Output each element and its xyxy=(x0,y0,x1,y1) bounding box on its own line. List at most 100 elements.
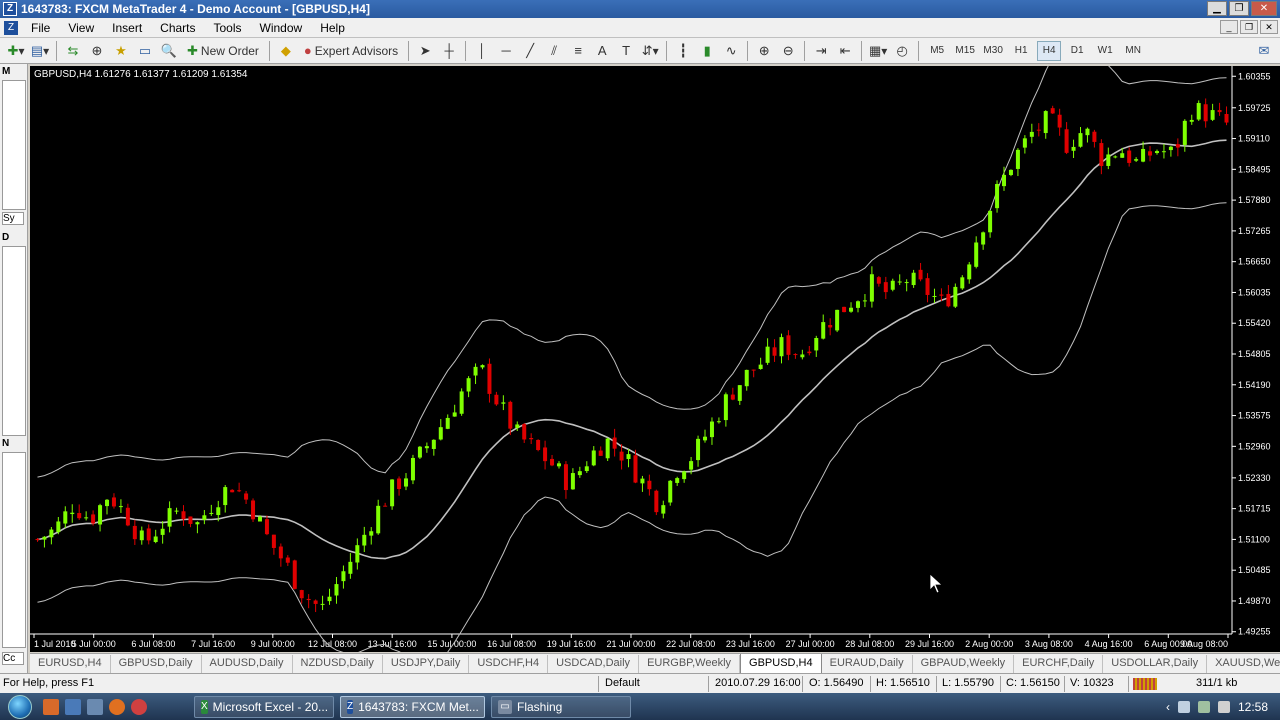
paint-icon[interactable] xyxy=(43,698,59,715)
x-tick-label: 16 Jul 08:00 xyxy=(487,639,536,649)
show-desktop-icon[interactable] xyxy=(65,698,81,715)
status-help: For Help, press F1 xyxy=(3,677,95,689)
menu-insert[interactable]: Insert xyxy=(103,21,151,35)
minimize-button[interactable]: ▁ xyxy=(1207,1,1227,16)
timeframe-m5[interactable]: M5 xyxy=(925,41,949,61)
data-window-panel[interactable] xyxy=(2,246,26,436)
data-window-icon[interactable]: ⊕ xyxy=(87,41,107,61)
candle-body xyxy=(445,417,450,429)
candle-body xyxy=(633,455,638,483)
chart-tab-7[interactable]: EURGBP,Weekly xyxy=(639,655,741,673)
indicators-icon[interactable]: ▦ ▾ xyxy=(868,41,888,61)
menu-view[interactable]: View xyxy=(59,21,103,35)
timeframe-mn[interactable]: MN xyxy=(1121,41,1145,61)
tray-app-icon[interactable] xyxy=(1177,700,1190,713)
equidistant-channel-icon[interactable]: ⫽ xyxy=(544,41,564,61)
periods-icon[interactable]: ◴ xyxy=(892,41,912,61)
symbol-tab[interactable]: Sy xyxy=(2,212,24,225)
candle-body xyxy=(1161,151,1166,153)
chat-icon[interactable]: ✉ xyxy=(1254,41,1274,61)
market-watch-panel[interactable] xyxy=(2,80,26,210)
terminal-icon[interactable]: ▭ xyxy=(135,41,155,61)
chart-tab-3[interactable]: NZDUSD,Daily xyxy=(293,655,383,673)
menu-charts[interactable]: Charts xyxy=(151,21,204,35)
menu-tools[interactable]: Tools xyxy=(205,21,251,35)
candlesticks-icon[interactable]: ▮ xyxy=(697,41,717,61)
window-title-bar[interactable]: Z 1643783: FXCM MetaTrader 4 - Demo Acco… xyxy=(0,0,1280,18)
timeframe-h4[interactable]: H4 xyxy=(1037,40,1062,61)
firefox-icon[interactable] xyxy=(109,698,125,715)
menu-window[interactable]: Window xyxy=(251,21,312,35)
clock[interactable]: 12:58 xyxy=(1238,700,1268,714)
new-chart-icon[interactable]: ✚ ▾ xyxy=(6,41,26,61)
candle-body xyxy=(1120,153,1125,158)
task-metatrader[interactable]: Z 1643783: FXCM Met... xyxy=(340,695,485,718)
timeframe-d1[interactable]: D1 xyxy=(1065,41,1089,61)
market-watch-header[interactable]: M xyxy=(2,66,10,77)
zoom-in-icon[interactable]: ⊕ xyxy=(754,41,774,61)
timeframe-h1[interactable]: H1 xyxy=(1009,41,1033,61)
autoscroll-icon[interactable]: ⇥ xyxy=(811,41,831,61)
chart-tab-11[interactable]: EURCHF,Daily xyxy=(1014,655,1104,673)
text-label-icon[interactable]: T xyxy=(616,41,636,61)
candle-body xyxy=(1189,119,1194,122)
chart-shift-icon[interactable]: ⇤ xyxy=(835,41,855,61)
bar-chart-icon[interactable]: ┇ xyxy=(673,41,693,61)
chart-tab-0[interactable]: EURUSD,H4 xyxy=(30,655,111,673)
explorer-icon[interactable] xyxy=(87,698,103,715)
close-button[interactable]: ✕ xyxy=(1251,1,1277,16)
chart-restore-button[interactable]: ❐ xyxy=(1240,20,1258,34)
chart-tab-10[interactable]: GBPAUD,Weekly xyxy=(913,655,1015,673)
chart-close-button[interactable]: ✕ xyxy=(1260,20,1278,34)
timeframe-m30[interactable]: M30 xyxy=(981,41,1005,61)
metaeditor-icon[interactable]: ◆ xyxy=(276,41,296,61)
data-window-header[interactable]: D xyxy=(2,232,9,243)
chart-tab-12[interactable]: USDOLLAR,Daily xyxy=(1103,655,1208,673)
maximize-button[interactable]: ❐ xyxy=(1229,1,1249,16)
chart-minimize-button[interactable]: _ xyxy=(1220,20,1238,34)
chart-tab-5[interactable]: USDCHF,H4 xyxy=(469,655,549,673)
vertical-line-icon[interactable]: │ xyxy=(472,41,492,61)
start-button[interactable] xyxy=(0,693,40,720)
chrome-icon[interactable] xyxy=(131,698,147,715)
fibonacci-icon[interactable]: ≡ xyxy=(568,41,588,61)
common-tab[interactable]: Cc xyxy=(2,652,24,665)
task-excel[interactable]: X Microsoft Excel - 20... xyxy=(194,695,334,718)
candle-body xyxy=(1015,149,1020,169)
menu-help[interactable]: Help xyxy=(311,21,354,35)
expert-advisors-button[interactable]: ● Expert Advisors xyxy=(300,41,402,61)
chart-tab-4[interactable]: USDJPY,Daily xyxy=(383,655,470,673)
candle-body xyxy=(348,561,353,574)
menu-file[interactable]: File xyxy=(22,21,59,35)
navigator-icon[interactable]: ★ xyxy=(111,41,131,61)
zoom-out-icon[interactable]: ⊖ xyxy=(778,41,798,61)
chart-window-icon[interactable]: Z xyxy=(4,20,18,35)
chart-tab-8[interactable]: GBPUSD,H4 xyxy=(740,654,822,673)
crosshair-tool-icon[interactable]: ┼ xyxy=(439,41,459,61)
chart-tab-9[interactable]: EURAUD,Daily xyxy=(822,655,913,673)
line-chart-icon[interactable]: ∿ xyxy=(721,41,741,61)
timeframe-m15[interactable]: M15 xyxy=(953,41,977,61)
cursor-tool-icon[interactable]: ➤ xyxy=(415,41,435,61)
price-chart[interactable]: 1.60355 1.59725 1.59110 1.58495 1.57880 1.572… xyxy=(30,41,1280,668)
strategy-tester-icon[interactable]: 🔍 xyxy=(159,41,179,61)
profiles-icon[interactable]: ▤ ▾ xyxy=(30,41,50,61)
text-tool-icon[interactable]: A xyxy=(592,41,612,61)
chart-tab-1[interactable]: GBPUSD,Daily xyxy=(111,655,202,673)
tray-expand-icon[interactable]: ‹ xyxy=(1166,700,1170,714)
chart-canvas[interactable]: 1.60355 1.59725 1.59110 1.58495 1.57880 1.572… xyxy=(30,41,1280,668)
trendline-icon[interactable]: ╱ xyxy=(520,41,540,61)
market-watch-icon[interactable]: ⇆ xyxy=(63,41,83,61)
timeframe-w1[interactable]: W1 xyxy=(1093,41,1117,61)
tray-volume-icon[interactable] xyxy=(1217,700,1230,713)
arrows-icon[interactable]: ⇵ ▾ xyxy=(640,41,660,61)
tray-network-icon[interactable] xyxy=(1197,700,1210,713)
chart-tab-6[interactable]: USDCAD,Daily xyxy=(548,655,640,673)
chart-tab-2[interactable]: AUDUSD,Daily xyxy=(202,655,293,673)
task-flashing[interactable]: ▭ Flashing xyxy=(491,695,631,718)
navigator-header[interactable]: N xyxy=(2,438,9,449)
horizontal-line-icon[interactable]: ─ xyxy=(496,41,516,61)
new-order-button[interactable]: ✚ New Order xyxy=(183,41,263,61)
navigator-panel[interactable] xyxy=(2,452,26,648)
chart-tab-13[interactable]: XAUUSD,Weekly xyxy=(1207,655,1280,673)
